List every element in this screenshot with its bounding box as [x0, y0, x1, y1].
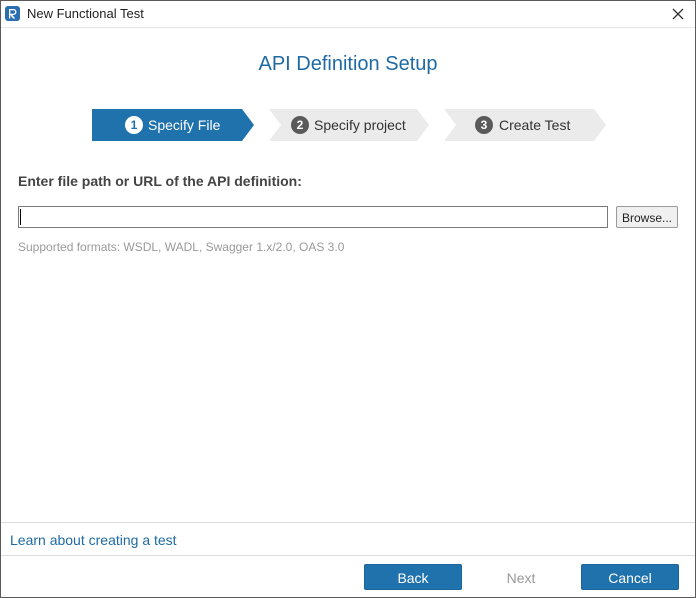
window-title: New Functional Test: [27, 6, 144, 21]
step-number: 1: [125, 116, 143, 134]
api-definition-path-input[interactable]: [18, 206, 608, 228]
back-button[interactable]: Back: [364, 564, 462, 590]
page-title: API Definition Setup: [258, 53, 438, 75]
cancel-button[interactable]: Cancel: [581, 564, 679, 590]
step-label: Specify File: [148, 117, 221, 133]
next-button[interactable]: Next: [472, 564, 570, 590]
footer-divider: [1, 522, 695, 523]
title-bar: New Functional Test: [1, 1, 695, 28]
text-caret: [20, 209, 21, 225]
step-specify-file: 1 Specify File: [92, 109, 254, 141]
step-number: 2: [291, 116, 309, 134]
dialog-window: New Functional Test API Definition Setup…: [0, 0, 696, 598]
close-button[interactable]: [667, 4, 689, 24]
browse-button[interactable]: Browse...: [616, 206, 678, 228]
step-label: Create Test: [499, 117, 571, 133]
supported-formats-note: Supported formats: WSDL, WADL, Swagger 1…: [18, 240, 345, 254]
button-bar-divider: [1, 555, 695, 556]
step-label: Specify project: [314, 117, 406, 133]
wizard-steps: 1 Specify File 2 Specify project 3 Creat…: [92, 109, 612, 141]
path-prompt-label: Enter file path or URL of the API defini…: [18, 173, 302, 189]
step-number: 3: [475, 116, 493, 134]
step-specify-project: 2 Specify project: [269, 109, 429, 141]
step-create-test: 3 Create Test: [444, 109, 606, 141]
close-icon: [672, 8, 684, 20]
learn-about-creating-test-link[interactable]: Learn about creating a test: [10, 532, 177, 548]
readyapi-logo-icon: [5, 6, 20, 21]
